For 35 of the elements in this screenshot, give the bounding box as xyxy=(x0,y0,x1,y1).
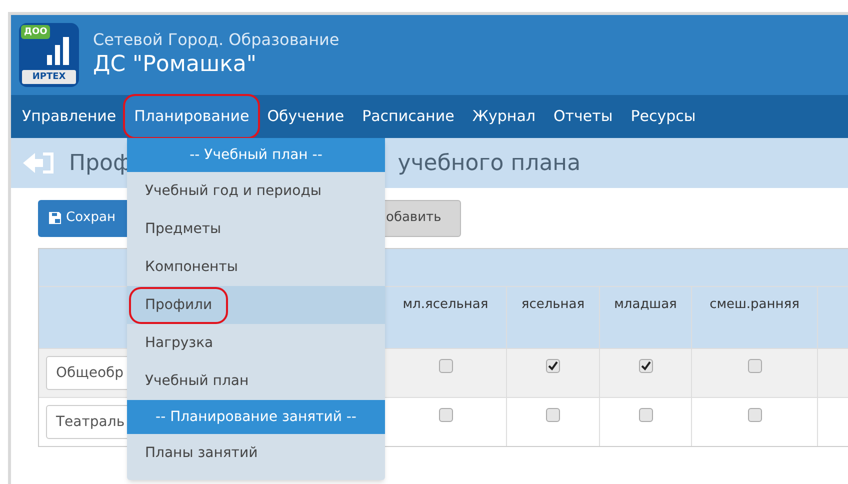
name-field[interactable]: Общеобр xyxy=(46,356,130,390)
checkbox[interactable] xyxy=(638,359,652,373)
save-icon xyxy=(48,211,62,225)
nav-tab[interactable]: Журнал xyxy=(463,95,544,138)
menu-section-header[interactable]: -- Планирование занятий -- xyxy=(127,400,385,434)
page-title: учебного плана xyxy=(398,150,581,178)
nav-tab[interactable]: Управление xyxy=(13,95,126,138)
menu-item[interactable]: Учебный год и периоды xyxy=(127,172,385,210)
checkbox[interactable] xyxy=(546,359,560,373)
organization-title: ДС "Ромашка" xyxy=(93,51,258,79)
menu-item[interactable]: Предметы xyxy=(127,210,385,248)
logo-badge: ДОО xyxy=(21,25,50,39)
checkbox[interactable] xyxy=(438,408,452,422)
checkbox[interactable] xyxy=(748,359,762,373)
menu-item[interactable]: Нагрузка xyxy=(127,324,385,362)
nav-tab[interactable]: Планирование xyxy=(125,96,258,137)
checkbox[interactable] xyxy=(438,359,452,373)
menu-section-header[interactable]: -- Учебный план -- xyxy=(127,138,385,172)
menu-item[interactable]: Планы занятий xyxy=(127,434,385,472)
add-button[interactable]: обавить xyxy=(383,200,461,236)
nav-tab[interactable]: Ресурсы xyxy=(622,95,705,138)
menu-item[interactable]: Компоненты xyxy=(127,248,385,286)
save-button[interactable]: Сохран xyxy=(38,200,130,236)
menu-item[interactable]: Учебный план xyxy=(127,362,385,400)
back-arrow-icon xyxy=(21,151,55,175)
nav-tab[interactable]: Обучение xyxy=(258,95,354,138)
logo-label: ИРТЕХ xyxy=(22,70,76,84)
menu-item[interactable]: Профили xyxy=(127,286,385,324)
checkbox[interactable] xyxy=(546,408,560,422)
checkbox[interactable] xyxy=(748,408,762,422)
nav-tab[interactable]: Расписание xyxy=(353,95,464,138)
nav-tab[interactable]: Отчеты xyxy=(544,95,622,138)
name-field[interactable]: Театраль xyxy=(46,405,130,439)
checkbox[interactable] xyxy=(638,408,652,422)
app-subtitle: Сетевой Город. Образование xyxy=(93,30,340,50)
